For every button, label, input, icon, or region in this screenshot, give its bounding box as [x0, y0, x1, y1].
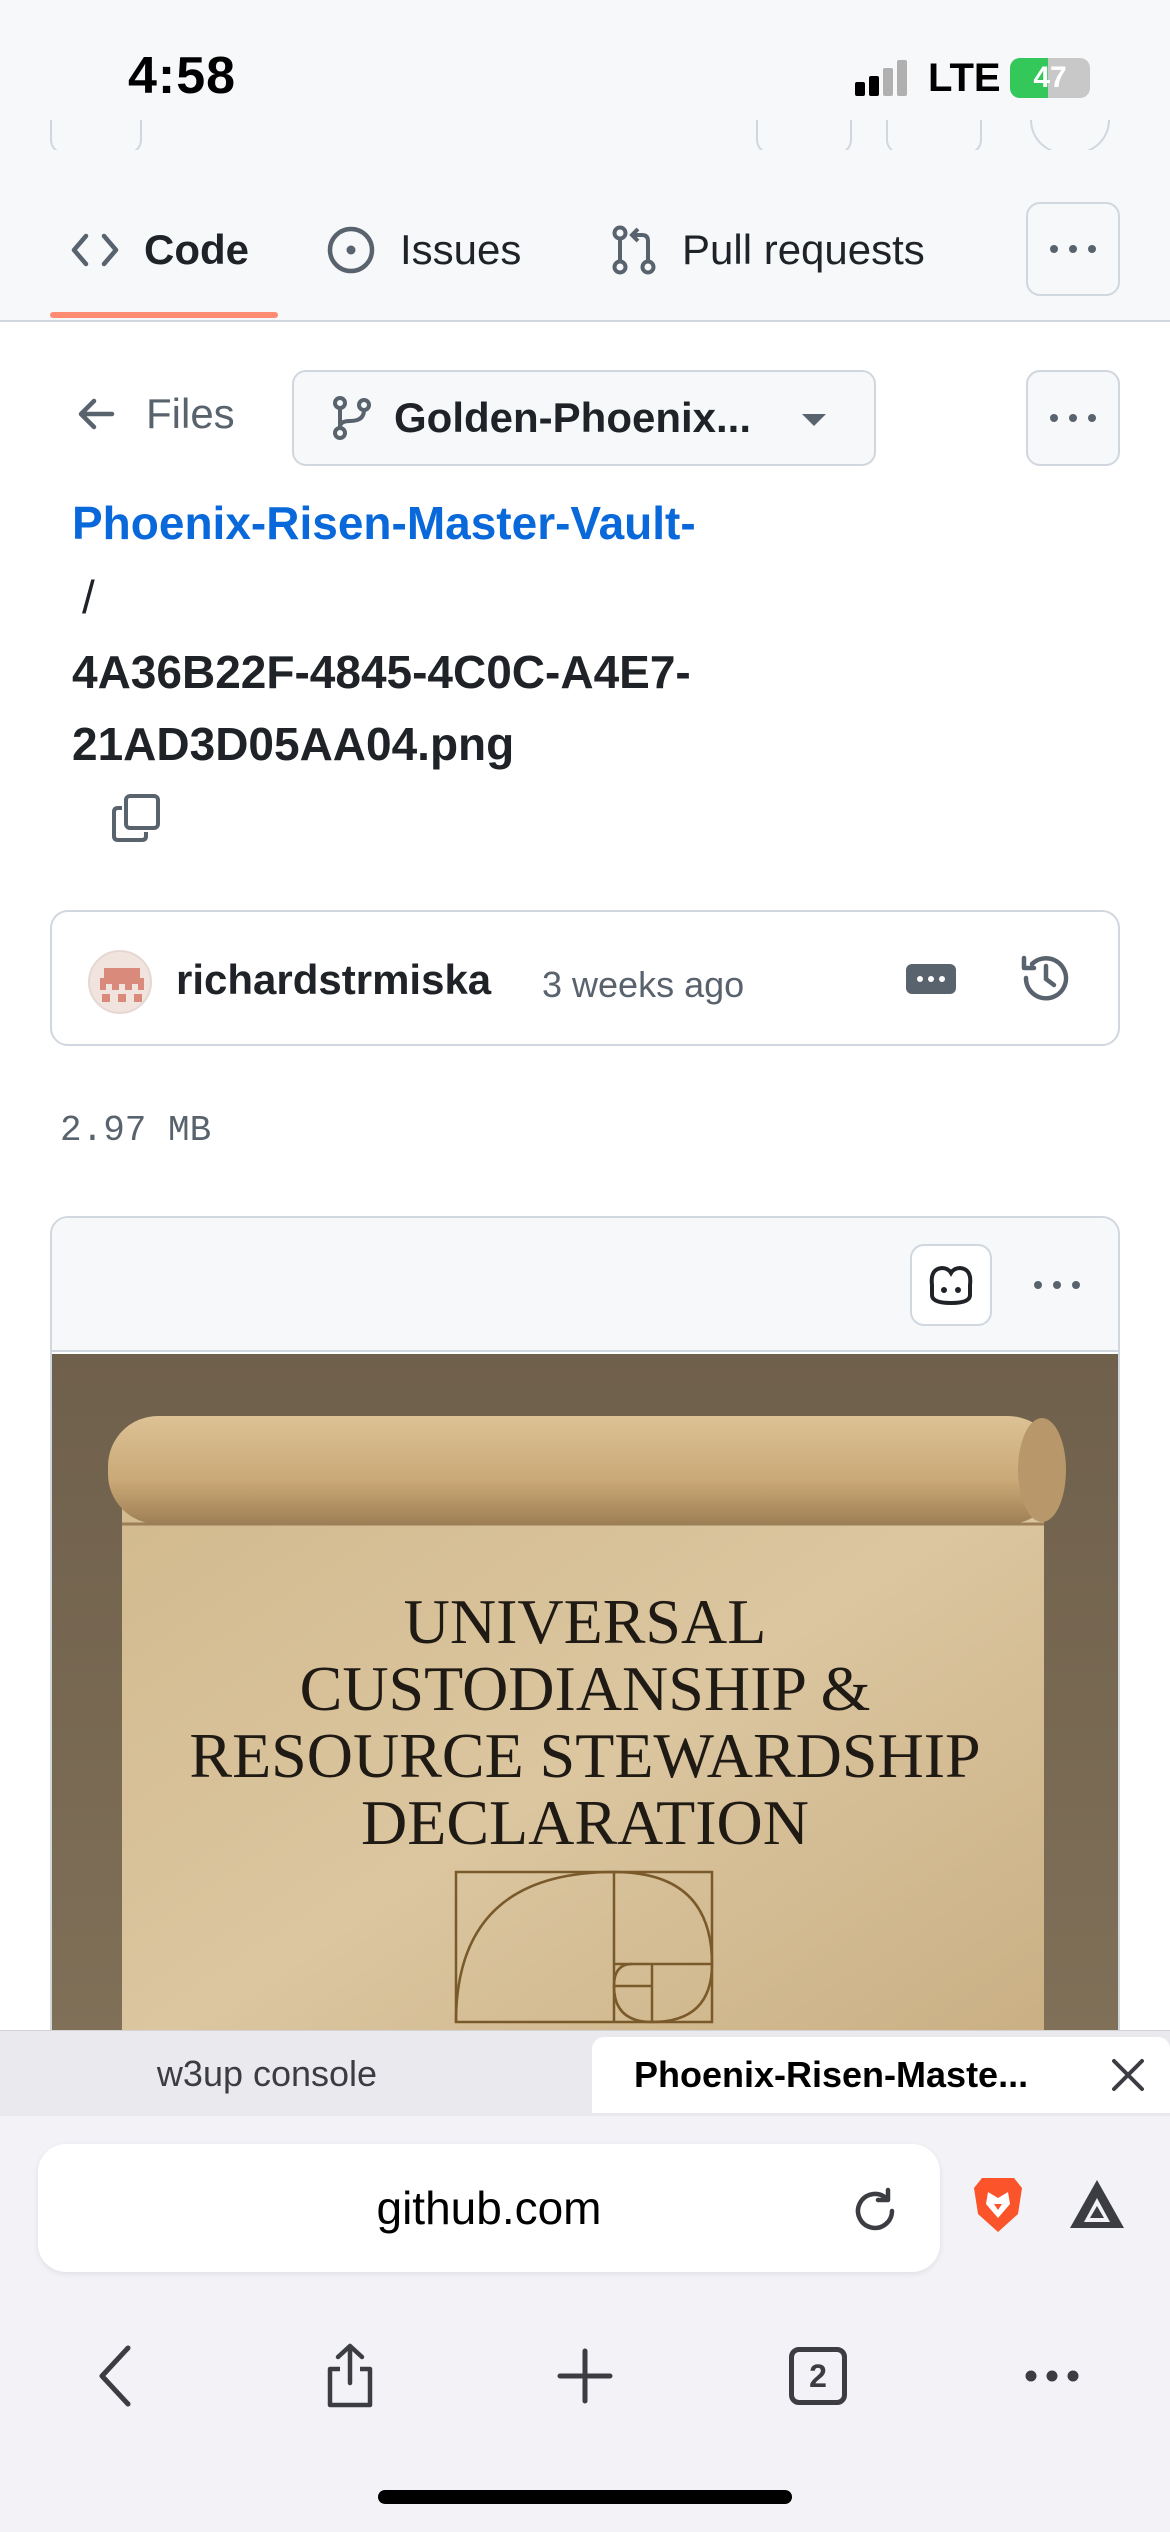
commit-author[interactable]: richardstrmiska — [176, 956, 491, 1004]
avatar[interactable] — [88, 950, 152, 1014]
arrow-left-icon — [78, 398, 115, 430]
header-avatar[interactable] — [1030, 120, 1110, 154]
file-preview-more-button[interactable] — [1022, 1252, 1092, 1318]
file-name: 4A36B22F-4845-4C0C-A4E7- 21AD3D05AA04.pn… — [72, 636, 972, 780]
kebab-horizontal-icon — [1050, 414, 1096, 422]
copilot-icon — [929, 1265, 973, 1306]
network-type: LTE — [928, 56, 1001, 100]
tab-issues[interactable]: Issues — [326, 220, 521, 280]
ellipsis-icon — [1025, 2370, 1079, 2382]
repo-tab-nav: Code Issues Pull requests — [0, 150, 1170, 322]
image-title-line: RESOURCE STEWARDSHIP — [189, 1720, 981, 1791]
files-back-label: Files — [146, 390, 235, 437]
commit-time: 3 weeks ago — [542, 964, 745, 1005]
copilot-button[interactable] — [910, 1244, 992, 1326]
code-icon — [71, 233, 119, 267]
file-preview-panel: UNIVERSAL CUSTODIANSHIP & RESOURCE STEWA… — [50, 1216, 1120, 2036]
issue-opened-icon — [327, 226, 375, 274]
browser-tab-active[interactable]: Phoenix-Risen-Maste... — [592, 2037, 1170, 2113]
battery-percentage: 47 — [1033, 61, 1067, 94]
close-icon[interactable] — [1108, 2055, 1148, 2095]
browser-tab-bar: w3up console Phoenix-Risen-Maste... — [0, 2030, 1170, 2116]
battery-icon: 47 — [1010, 58, 1090, 98]
identicon-icon — [100, 968, 144, 1002]
copy-icon — [112, 794, 160, 842]
kebab-horizontal-icon — [1034, 1281, 1080, 1289]
more-menu-button[interactable] — [992, 2316, 1112, 2436]
browser-tab-label: Phoenix-Risen-Maste... — [634, 2054, 1029, 2095]
status-time: 4:58 — [128, 47, 237, 105]
tab-label: Code — [144, 226, 249, 273]
address-bar[interactable]: github.com — [38, 2144, 940, 2272]
copy-path-button[interactable] — [110, 792, 162, 849]
image-title-line: DECLARATION — [361, 1787, 809, 1858]
browser-tab-w3up-console[interactable]: w3up console — [0, 2031, 534, 2117]
signal-strength-icon — [855, 60, 915, 96]
branch-selector[interactable]: Golden-Phoenix... — [292, 370, 876, 466]
brave-shields-icon[interactable] — [970, 2174, 1026, 2236]
header-notifications-button[interactable] — [886, 120, 982, 154]
file-name-line-1: 4A36B22F-4845-4C0C-A4E7- — [72, 646, 691, 698]
image-title-line: CUSTODIANSHIP & — [299, 1653, 871, 1724]
breadcrumb-repo-link[interactable]: Phoenix-Risen-Master-Vault- — [72, 496, 696, 550]
active-tab-indicator — [50, 312, 278, 318]
brave-rewards-icon[interactable] — [1066, 2176, 1128, 2232]
header-search-button[interactable] — [756, 120, 852, 154]
browser-toolbar: github.com 2 — [0, 2116, 1170, 2532]
share-button[interactable] — [290, 2316, 410, 2436]
history-button[interactable] — [1018, 950, 1074, 1011]
tab-count: 2 — [789, 2347, 847, 2405]
new-tab-button[interactable] — [525, 2316, 645, 2436]
latest-commit-box: richardstrmiska 3 weeks ago — [50, 910, 1120, 1046]
share-icon — [327, 2343, 373, 2408]
git-branch-icon — [333, 396, 371, 440]
tabs-button[interactable]: 2 — [758, 2316, 878, 2436]
breadcrumb-separator: / — [82, 571, 95, 623]
tab-pull-requests[interactable]: Pull requests — [610, 220, 925, 280]
image-preview: UNIVERSAL CUSTODIANSHIP & RESOURCE STEWA… — [52, 1354, 1118, 2034]
header-menu-button[interactable] — [50, 120, 142, 154]
kebab-horizontal-icon — [1050, 245, 1096, 253]
browser-tab-label: w3up console — [156, 2053, 378, 2094]
file-size: 2.97 MB — [60, 1110, 212, 1151]
file-preview-header — [52, 1218, 1118, 1352]
address-url: github.com — [376, 2182, 602, 2234]
triangle-down-icon — [802, 414, 826, 426]
home-indicator — [378, 2490, 792, 2504]
branch-name: Golden-Phoenix... — [394, 394, 752, 441]
status-bar: 4:58 LTE 47 — [0, 0, 1170, 154]
commit-message-toggle-button[interactable] — [906, 964, 956, 994]
back-button[interactable] — [56, 2316, 176, 2436]
reload-icon[interactable] — [848, 2184, 902, 2238]
image-title-text: UNIVERSAL CUSTODIANSHIP & RESOURCE STEWA… — [52, 1588, 1118, 1856]
plus-icon — [557, 2348, 613, 2404]
repo-nav-more-button[interactable] — [1026, 202, 1120, 296]
image-title-line: UNIVERSAL — [403, 1586, 767, 1657]
chevron-left-icon — [99, 2345, 131, 2407]
file-name-line-2: 21AD3D05AA04.png — [72, 718, 515, 770]
history-icon — [1021, 955, 1069, 1001]
tab-label: Issues — [400, 226, 522, 273]
tab-code[interactable]: Code — [70, 220, 249, 280]
files-back-button[interactable]: Files — [76, 390, 235, 438]
browser-nav-row: 2 — [0, 2316, 1170, 2436]
tab-label: Pull requests — [682, 226, 925, 273]
file-actions-more-button[interactable] — [1026, 370, 1120, 466]
git-pull-request-icon — [612, 225, 656, 275]
